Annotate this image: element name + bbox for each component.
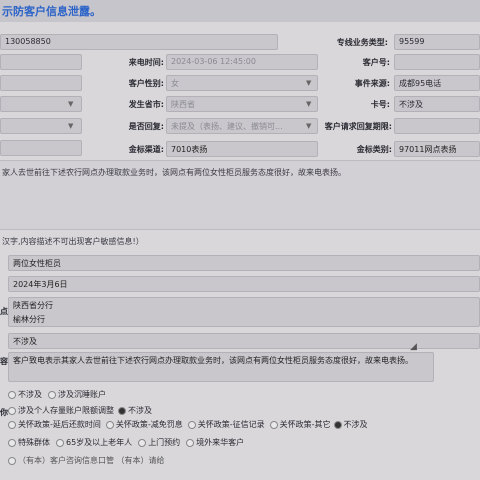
- description-textarea[interactable]: 家人去世前往下述农行网点办理取款业务时，该网点有两位女性柜员服务态度很好，故来电…: [0, 160, 480, 230]
- option-label[interactable]: 关怀政策-减免罚息: [116, 419, 183, 430]
- radio-selected-icon[interactable]: [333, 420, 342, 429]
- option-label[interactable]: 关怀政策-征信记录: [198, 419, 265, 430]
- option-label[interactable]: 关怀政策-其它: [280, 419, 331, 430]
- card-no-label: 卡号:: [370, 100, 390, 109]
- radio-icon[interactable]: [8, 406, 16, 415]
- province-chevron-down-icon[interactable]: ▼: [306, 100, 311, 108]
- channel-field[interactable]: 7010表扬: [166, 141, 318, 157]
- reply-select[interactable]: 未提及（表扬、建议、撤销可...: [166, 118, 318, 134]
- province-select[interactable]: 陕西省: [166, 96, 318, 112]
- option-row-5: （有本）客户咨询信息口管 （有本）请给: [8, 455, 165, 466]
- left-select-chevron-down-icon[interactable]: ▼: [68, 100, 73, 108]
- detail-field-5-marker: 容: [0, 357, 8, 366]
- option-row-1: 不涉及 涉及沉睡账户: [8, 389, 106, 400]
- card-no-field[interactable]: 不涉及: [394, 96, 480, 112]
- option-label[interactable]: （有本）客户咨询信息口管 （有本）请给: [18, 455, 165, 466]
- option-label[interactable]: 境外来华客户: [196, 437, 244, 448]
- option-label[interactable]: 65岁及以上老年人: [66, 437, 132, 448]
- privacy-banner: 示防客户信息泄露。: [0, 0, 480, 22]
- option-row-2: 涉及个人存量账户限额调整 不涉及: [8, 405, 152, 416]
- customer-phone-field[interactable]: 130058850: [0, 34, 278, 50]
- option-row-4: 特殊群体 65岁及以上老年人 上门预约 境外来华客户: [8, 437, 244, 448]
- radio-icon[interactable]: [105, 420, 114, 429]
- detail-field-5-text: 客户致电表示其家人去世前往下述农行网点办理取款业务时，该网点有两位女性柜员服务态…: [13, 356, 413, 365]
- radio-icon[interactable]: [8, 390, 16, 399]
- event-source-field[interactable]: 成都95电话: [394, 75, 480, 91]
- customer-no-label: 客户号:: [362, 58, 390, 67]
- line-type-field[interactable]: 95599: [394, 34, 480, 50]
- resize-handle-icon[interactable]: ◢: [410, 342, 417, 352]
- event-source-label: 事件来源:: [354, 79, 390, 88]
- content-hint: 汉字,内容描述不可出现客户敏感信息!）: [2, 237, 144, 246]
- radio-icon[interactable]: [8, 420, 16, 429]
- detail-field-3-line2: 榆林分行: [13, 315, 45, 324]
- left-field-row2[interactable]: [0, 54, 82, 70]
- option-row-3: 关怀政策-延后还款时间 关怀政策-减免罚息 关怀政策-征信记录 关怀政策-其它 …: [8, 419, 368, 430]
- option-label[interactable]: 关怀政策-延后还款时间: [18, 419, 101, 430]
- reply-deadline-label: 客户请求回复期限:: [324, 122, 392, 131]
- reply-label: 是否回复:: [128, 122, 164, 131]
- gender-chevron-down-icon[interactable]: ▼: [306, 79, 311, 87]
- radio-icon[interactable]: [8, 438, 16, 447]
- radio-icon[interactable]: [138, 438, 147, 447]
- radio-icon[interactable]: [8, 456, 16, 465]
- option-label[interactable]: 特殊群体: [18, 437, 50, 448]
- reply-chevron-down-icon[interactable]: ▼: [306, 122, 311, 130]
- left-field-row6[interactable]: [0, 140, 82, 156]
- gender-select[interactable]: 女: [166, 75, 318, 91]
- call-time-field[interactable]: 2024-03-06 12:45:00: [166, 54, 318, 70]
- detail-field-3-line1: 陕西省分行: [13, 301, 53, 310]
- category-label: 金标类别:: [356, 145, 392, 154]
- privacy-banner-text: 示防客户信息泄露。: [2, 5, 101, 18]
- detail-field-3[interactable]: 陕西省分行 榆林分行: [8, 297, 480, 327]
- call-time-label: 来电时间:: [128, 58, 164, 67]
- option-label[interactable]: 上门预约: [148, 437, 180, 448]
- option-row-2-marker: 你: [0, 408, 8, 417]
- gender-label: 客户性别:: [128, 79, 164, 88]
- radio-selected-icon[interactable]: [118, 406, 126, 415]
- radio-icon[interactable]: [269, 420, 278, 429]
- radio-icon[interactable]: [186, 438, 195, 447]
- detail-field-3-marker: 点: [0, 307, 8, 316]
- category-field[interactable]: 97011网点表扬: [394, 141, 480, 157]
- province-label: 发生省市:: [128, 100, 164, 109]
- channel-label: 金标渠道:: [128, 145, 164, 154]
- option-label[interactable]: 涉及个人存量账户限额调整: [18, 405, 114, 416]
- detail-field-2[interactable]: 2024年3月6日: [8, 276, 480, 292]
- reply-deadline-field[interactable]: [394, 118, 480, 134]
- left-field-row3[interactable]: [0, 75, 82, 91]
- option-label[interactable]: 不涉及: [18, 389, 42, 400]
- option-label[interactable]: 涉及沉睡账户: [58, 389, 106, 400]
- option-label[interactable]: 不涉及: [344, 419, 368, 430]
- option-label[interactable]: 不涉及: [128, 405, 152, 416]
- detail-field-5[interactable]: 客户致电表示其家人去世前往下述农行网点办理取款业务时，该网点有两位女性柜员服务态…: [8, 352, 434, 382]
- description-text: 家人去世前往下述农行网点办理取款业务时，该网点有两位女性柜员服务态度很好，故来电…: [2, 168, 346, 177]
- radio-icon[interactable]: [56, 438, 64, 447]
- left-select-row5-chevron-down-icon[interactable]: ▼: [68, 122, 73, 130]
- radio-icon[interactable]: [187, 420, 196, 429]
- detail-field-1[interactable]: 两位女性柜员: [8, 255, 480, 271]
- line-type-label: 专线业务类型:: [336, 38, 388, 47]
- radio-icon[interactable]: [48, 390, 56, 399]
- customer-no-field[interactable]: [394, 54, 480, 70]
